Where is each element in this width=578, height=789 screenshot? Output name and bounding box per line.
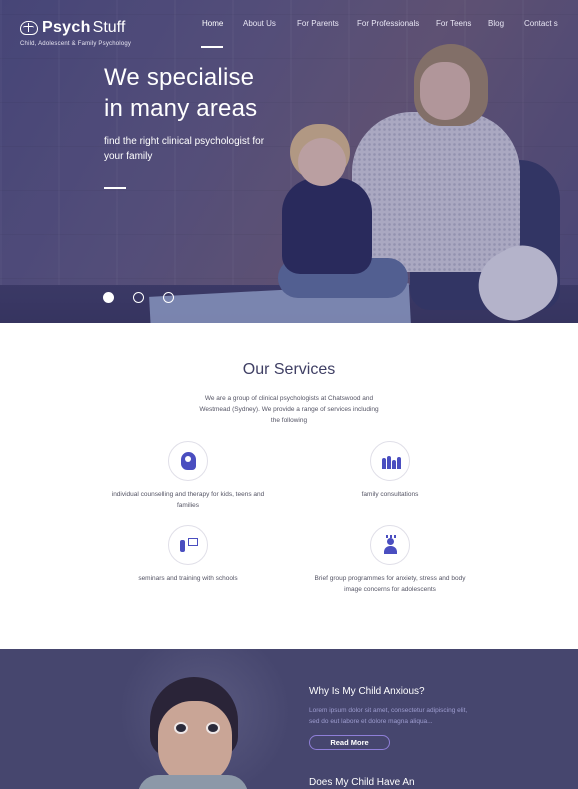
read-more-button[interactable]: Read More [309, 735, 390, 750]
feature-text: Lorem ipsum dolor sit amet, consectetur … [309, 707, 468, 725]
hero-title-line-2: in many areas [104, 95, 258, 122]
hero-overlay [0, 0, 578, 323]
slider-dot-2[interactable] [133, 292, 144, 303]
head-icon [181, 452, 196, 470]
logo-tagline: Child, Adolescent & Family Psychology [20, 41, 132, 47]
hero-divider [104, 187, 126, 189]
child-photo-eye [174, 722, 188, 734]
service-item-individual[interactable]: individual counselling and therapy for k… [103, 441, 273, 511]
hero-slider: We specialise in many areas find the rig… [0, 0, 578, 323]
nav-about-us[interactable]: About Us [243, 19, 276, 28]
services-section: Our Services We are a group of clinical … [0, 323, 578, 649]
service-item-seminars[interactable]: seminars and training with schools [103, 525, 273, 584]
service-icon-circle [168, 441, 208, 481]
service-item-family[interactable]: family consultations [305, 441, 475, 500]
family-icon [382, 455, 401, 469]
service-label: Brief group programmes for anxiety, stre… [314, 575, 466, 593]
service-icon-circle [370, 441, 410, 481]
nav-contact[interactable]: Contact s [524, 19, 558, 28]
slider-dots [103, 292, 174, 303]
service-icon-circle [168, 525, 208, 565]
hero-title-line-1: We specialise [104, 64, 255, 91]
services-description: We are a group of clinical psychologists… [199, 395, 379, 424]
nav-for-professionals[interactable]: For Professionals [357, 19, 419, 28]
service-label: family consultations [361, 491, 419, 498]
hero-subtitle: find the right clinical psychologist for… [104, 136, 265, 162]
teaching-icon [180, 538, 198, 553]
service-icon-circle [370, 525, 410, 565]
child-photo-shirt [138, 775, 248, 789]
service-label: seminars and training with schools [138, 575, 238, 582]
hero-content: We specialise in many areas find the rig… [104, 62, 284, 189]
main-nav: Home About Us For Parents For Profession… [0, 19, 578, 31]
service-label: individual counselling and therapy for k… [111, 491, 265, 509]
feature-next-title: Does My Child Have An [309, 777, 415, 788]
child-photo-face [158, 701, 232, 785]
nav-for-parents[interactable]: For Parents [297, 19, 339, 28]
slider-dot-3[interactable] [163, 292, 174, 303]
slider-dot-1[interactable] [103, 292, 114, 303]
child-photo-eye [206, 722, 220, 734]
nav-home[interactable]: Home [202, 19, 223, 28]
feature-title: Why Is My Child Anxious? [309, 686, 425, 697]
services-title: Our Services [242, 361, 336, 378]
nav-for-teens[interactable]: For Teens [436, 19, 471, 28]
nav-active-indicator [201, 46, 223, 48]
group-icon [382, 535, 400, 555]
service-item-group[interactable]: Brief group programmes for anxiety, stre… [305, 525, 475, 595]
nav-blog[interactable]: Blog [488, 19, 504, 28]
feature-section: Why Is My Child Anxious? Lorem ipsum dol… [0, 649, 578, 789]
hero-title: We specialise in many areas [104, 62, 284, 124]
